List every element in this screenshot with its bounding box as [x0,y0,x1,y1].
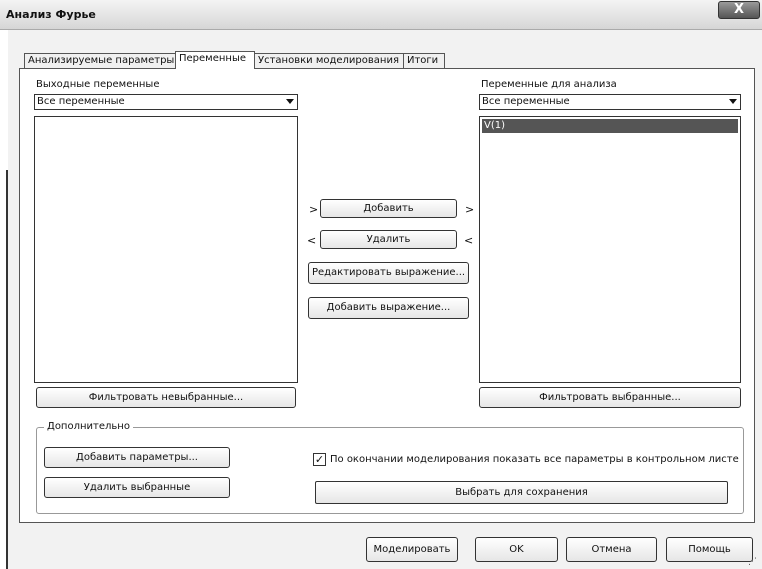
analysis-vars-filter-value: Все переменные [482,96,570,107]
close-icon: X [733,2,745,17]
output-vars-list[interactable] [34,116,298,383]
fourier-analysis-dialog: Анализ Фурье X Анализируемые параметры П… [0,0,762,569]
remove-button[interactable]: Удалить [320,230,457,249]
show-all-params-checkbox[interactable]: ✓ [313,453,326,466]
chevron-down-icon [286,99,294,104]
tab-simulation-settings[interactable]: Установки моделирования [254,53,404,69]
select-to-save-button[interactable]: Выбрать для сохранения [315,481,728,504]
resize-grip-icon[interactable]: ⋰ [748,557,757,567]
close-button[interactable]: X [718,1,760,19]
help-button[interactable]: Помощь [666,537,753,562]
chevron-down-icon [729,99,737,104]
output-vars-filter-value: Все переменные [37,96,125,107]
tab-variables[interactable]: Переменные [175,51,255,69]
filter-unselected-button[interactable]: Фильтровать невыбранные... [36,387,296,408]
window-title: Анализ Фурье [6,8,96,21]
add-parameters-button[interactable]: Добавить параметры... [44,447,230,468]
remove-selected-button[interactable]: Удалить выбранные [44,477,230,498]
output-vars-label: Выходные переменные [36,79,160,90]
edit-expression-button[interactable]: Редактировать выражение... [308,262,469,284]
add-button[interactable]: Добавить [320,199,457,218]
checkmark-icon: ✓ [314,453,325,466]
simulate-button[interactable]: Моделировать [366,537,458,562]
cancel-button[interactable]: Отмена [566,537,657,562]
window-left-border [6,170,8,569]
add-arrow-left-glyph: > [309,203,319,216]
add-expression-button[interactable]: Добавить выражение... [308,297,469,319]
remove-arrow-right-glyph: < [464,234,474,247]
show-all-params-label: По окончании моделирования показать все … [330,454,739,465]
more-options-title: Дополнительно [44,421,133,432]
output-vars-filter-select[interactable]: Все переменные [34,94,298,110]
tab-summary[interactable]: Итоги [403,53,445,69]
remove-arrow-left-glyph: < [307,234,317,247]
ok-button[interactable]: OK [475,537,558,562]
analysis-vars-list[interactable]: V(1) [479,116,741,383]
list-item[interactable]: V(1) [482,119,738,133]
analysis-vars-filter-select[interactable]: Все переменные [479,94,741,110]
title-bar: Анализ Фурье X [0,0,762,30]
filter-selected-button[interactable]: Фильтровать выбранные... [479,387,741,408]
add-arrow-right-glyph: > [465,203,475,216]
tab-analysis-params[interactable]: Анализируемые параметры [24,53,176,69]
analysis-vars-label: Переменные для анализа [481,79,617,90]
